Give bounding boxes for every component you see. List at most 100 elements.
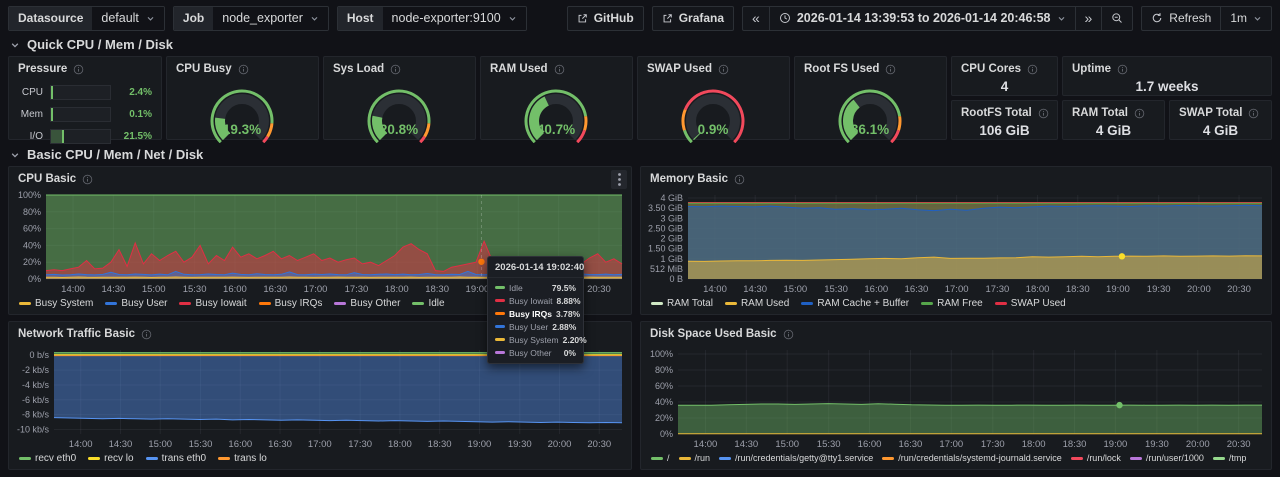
panel-title[interactable]: Uptime	[1072, 63, 1111, 75]
x-tick-label: 17:30	[985, 284, 1009, 295]
info-icon[interactable]	[783, 329, 794, 340]
magnifier-minus-icon	[1111, 12, 1123, 24]
panel-title[interactable]: CPU Basic	[18, 173, 76, 185]
tooltip-row: Busy IRQs3.78%	[488, 307, 583, 320]
info-icon[interactable]	[1027, 64, 1038, 75]
github-link-button[interactable]: GitHub	[567, 6, 644, 31]
variable-datasource[interactable]: Datasource default	[8, 6, 165, 31]
pressure-row-mem: Mem 0.1%	[18, 107, 152, 122]
legend-item[interactable]: /run	[679, 453, 711, 463]
info-icon[interactable]	[82, 174, 93, 185]
legend-item[interactable]: Busy System	[19, 298, 93, 309]
legend-series-color	[19, 302, 31, 305]
memory-basic-chart[interactable]: 14:0014:3015:0015:3016:0016:3017:0017:30…	[644, 191, 1268, 297]
svg-text:0.9%: 0.9%	[698, 122, 729, 137]
legend-item[interactable]: RAM Cache + Buffer	[801, 298, 909, 309]
legend-item[interactable]: /run/credentials/systemd-journald.servic…	[882, 453, 1062, 463]
x-tick-label: 16:00	[228, 439, 252, 450]
panel-title[interactable]: SWAP Total	[1179, 107, 1242, 119]
refresh-interval-dropdown[interactable]: 1m	[1220, 6, 1272, 31]
legend-series-color	[995, 302, 1007, 305]
panel-title[interactable]: Pressure	[18, 63, 67, 75]
zoom-out-time-button[interactable]	[1101, 6, 1133, 31]
legend-item[interactable]: trans eth0	[146, 453, 206, 464]
legend-item[interactable]: RAM Used	[725, 298, 789, 309]
refresh-button[interactable]: Refresh	[1141, 6, 1221, 31]
legend-item[interactable]: /run/credentials/getty@tty1.service	[719, 453, 873, 463]
panel-title[interactable]: RAM Total	[1072, 107, 1128, 119]
legend-item[interactable]: Idle	[412, 298, 444, 309]
panel-title[interactable]: RootFS Total	[961, 107, 1032, 119]
info-icon[interactable]	[390, 64, 401, 75]
tooltip-row: Busy Other0%	[488, 346, 583, 359]
y-tick-label: 1.50 GiB	[648, 244, 683, 254]
time-shift-back-button[interactable]: «	[742, 6, 770, 31]
y-tick-label: 40%	[655, 397, 673, 407]
variable-value: node_exporter	[222, 11, 303, 25]
info-icon[interactable]	[73, 64, 84, 75]
tooltip-series-color	[495, 312, 505, 315]
legend-item[interactable]: recv lo	[88, 453, 133, 464]
time-range-picker[interactable]: 2026-01-14 13:39:53 to 2026-01-14 20:46:…	[769, 6, 1076, 31]
panel-title[interactable]: SWAP Used	[647, 63, 712, 75]
legend-item[interactable]: /run/user/1000	[1130, 453, 1204, 463]
legend-item[interactable]: recv eth0	[19, 453, 76, 464]
x-tick-label: 20:30	[1227, 439, 1251, 450]
y-tick-label: 3.50 GiB	[648, 203, 683, 213]
grafana-link-button[interactable]: Grafana	[652, 6, 734, 31]
legend-item[interactable]: /tmp	[1213, 453, 1247, 463]
legend-item[interactable]: trans lo	[218, 453, 267, 464]
panel-title[interactable]: Disk Space Used Basic	[650, 328, 777, 340]
panel-title[interactable]: Network Traffic Basic	[18, 328, 135, 340]
legend-item[interactable]: Busy Iowait	[179, 298, 246, 309]
info-icon[interactable]	[718, 64, 729, 75]
section-basic-cpu-mem-net-disk[interactable]: Basic CPU / Mem / Net / Disk	[10, 147, 203, 162]
panel-title[interactable]: Root FS Used	[804, 63, 879, 75]
time-shift-forward-button[interactable]: »	[1075, 6, 1103, 31]
legend-item[interactable]: RAM Total	[651, 298, 713, 309]
x-tick-label: 15:00	[783, 284, 807, 295]
panel-menu-kebab-icon[interactable]	[611, 170, 627, 189]
x-tick-label: 16:30	[905, 284, 929, 295]
info-icon[interactable]	[554, 64, 565, 75]
info-icon[interactable]	[734, 174, 745, 185]
x-tick-label: 15:30	[817, 439, 841, 450]
info-icon[interactable]	[1134, 108, 1145, 119]
legend-item[interactable]: /	[651, 453, 670, 463]
x-tick-label: 17:00	[945, 284, 969, 295]
info-icon[interactable]	[238, 64, 249, 75]
gauge-ram-used: 40.7%	[484, 81, 629, 143]
y-tick-label: 1 GiB	[660, 254, 683, 264]
legend-item[interactable]: Busy Other	[334, 298, 400, 309]
panel-title[interactable]: CPU Cores	[961, 63, 1021, 75]
panel-title[interactable]: Memory Basic	[650, 173, 728, 185]
legend-item[interactable]: Busy User	[105, 298, 167, 309]
legend-series-color	[146, 457, 158, 460]
x-tick-label: 17:30	[345, 284, 369, 295]
panel-title[interactable]: Sys Load	[333, 63, 384, 75]
time-range-text: 2026-01-14 13:39:53 to 2026-01-14 20:46:…	[797, 11, 1051, 25]
legend-item[interactable]: RAM Free	[921, 298, 983, 309]
legend-item[interactable]: SWAP Used	[995, 298, 1066, 309]
info-icon[interactable]	[885, 64, 896, 75]
panel-title[interactable]: RAM Used	[490, 63, 548, 75]
y-tick-label: 60%	[655, 381, 673, 391]
variable-host[interactable]: Host node-exporter:9100	[337, 6, 527, 31]
panel-uptime: Uptime 1.7 weeks	[1062, 56, 1272, 96]
x-tick-label: 18:30	[1066, 284, 1090, 295]
bar-gauge	[50, 85, 111, 100]
legend-item[interactable]: Busy IRQs	[259, 298, 323, 309]
section-quick-cpu-mem-disk[interactable]: Quick CPU / Mem / Disk	[10, 37, 173, 52]
info-icon[interactable]	[141, 329, 152, 340]
disk-space-used-chart[interactable]: 14:0014:3015:0015:3016:0016:3017:0017:30…	[644, 346, 1268, 452]
panel-pressure: Pressure CPU 2.4% Mem 0.1% I/O 21.5%	[8, 56, 162, 140]
legend-item[interactable]: /run/lock	[1071, 453, 1121, 463]
legend-series-color	[105, 302, 117, 305]
variable-job[interactable]: Job node_exporter	[173, 6, 329, 31]
info-icon[interactable]	[1117, 64, 1128, 75]
disk-space-used-legend: / /run/run/credentials/getty@tty1.service…	[641, 452, 1271, 463]
gauge-root-fs-used: 36.1%	[798, 81, 943, 143]
info-icon[interactable]	[1248, 108, 1259, 119]
panel-title[interactable]: CPU Busy	[176, 63, 232, 75]
info-icon[interactable]	[1038, 108, 1049, 119]
